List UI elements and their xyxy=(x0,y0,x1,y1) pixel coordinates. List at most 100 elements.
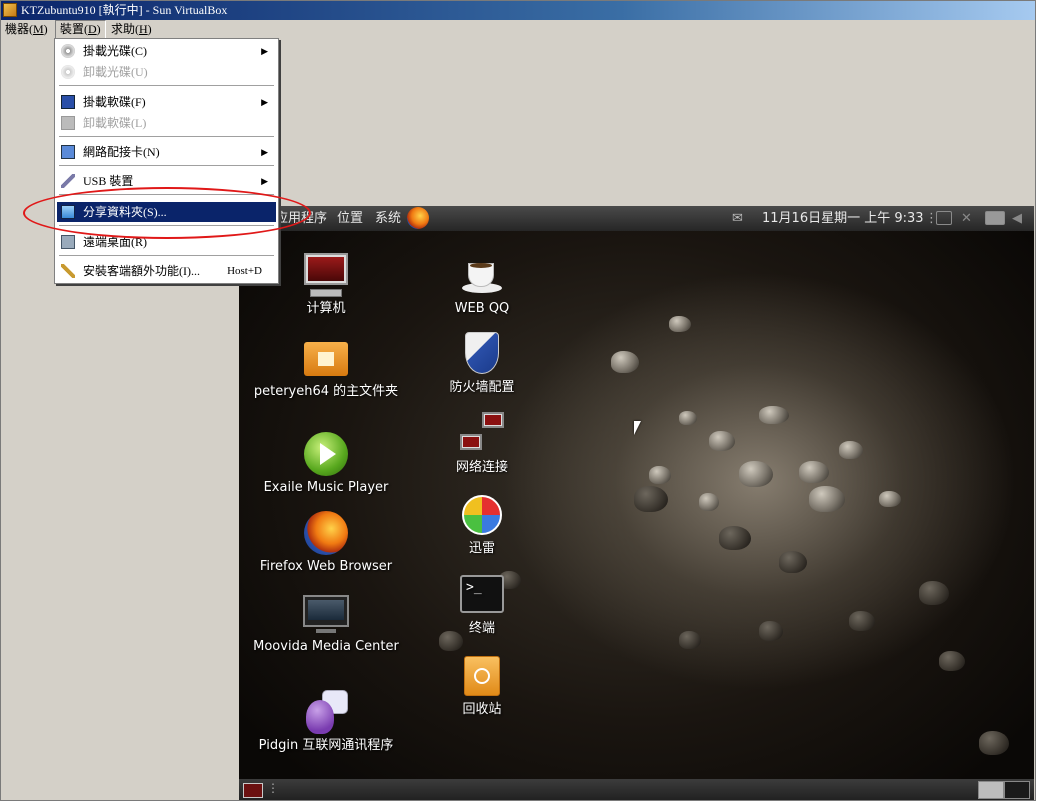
mouse-cursor-icon xyxy=(634,421,641,435)
shield-icon xyxy=(458,330,506,378)
desktop-icon-label: 计算机 xyxy=(306,301,346,316)
wallpaper-rock xyxy=(679,631,701,649)
virtualbox-app-icon xyxy=(3,3,17,17)
virtualbox-window: KTZubuntu910 [執行中] - Sun VirtualBox 機器(M… xyxy=(0,0,1036,801)
coffee-cup-icon xyxy=(458,251,506,299)
desktop-icon-exaile[interactable]: Exaile Music Player xyxy=(246,430,406,496)
power-plug-icon[interactable]: ✕ xyxy=(961,206,972,231)
submenu-arrow-icon: ▶ xyxy=(261,176,268,186)
desktop-icon-label: Exaile Music Player xyxy=(263,480,389,495)
desktop-icon-label: 防火墙配置 xyxy=(449,380,515,395)
floppy-eject-icon xyxy=(61,116,75,130)
desktop-icon-home-folder[interactable]: peteryeh64 的主文件夹 xyxy=(246,334,406,400)
wallpaper-rock xyxy=(739,461,773,487)
desktop-icon-label: Firefox Web Browser xyxy=(259,559,393,574)
wallpaper-rock xyxy=(979,731,1009,755)
wallpaper-rock xyxy=(699,493,719,511)
display-icon[interactable] xyxy=(936,211,952,225)
network-icon xyxy=(458,410,506,458)
remote-desktop-icon xyxy=(61,235,75,249)
wallpaper-rock xyxy=(759,621,783,641)
cd-eject-icon xyxy=(61,65,75,79)
menu-item-mount-cd[interactable]: 掛載光碟(C) ▶ xyxy=(57,41,276,61)
menu-separator xyxy=(59,165,274,167)
media-center-icon xyxy=(302,589,350,637)
wallpaper-rock xyxy=(879,491,901,507)
desktop-icon-xunlei[interactable]: 迅雷 xyxy=(402,491,562,557)
desktop-icon-pidgin[interactable]: Pidgin 互联网通讯程序 xyxy=(246,688,406,754)
menu-machine[interactable]: 機器(M) xyxy=(1,20,52,39)
desktop-icon-firewall[interactable]: 防火墙配置 xyxy=(402,330,562,396)
menu-separator xyxy=(59,255,274,257)
wallpaper-rock xyxy=(709,431,735,451)
desktop-icon-label: 迅雷 xyxy=(468,541,495,556)
desktop-icon-label: 终端 xyxy=(468,621,495,636)
red-annotation-circle xyxy=(23,187,311,239)
workspace-2[interactable] xyxy=(1004,781,1030,799)
wallpaper-rock xyxy=(611,351,639,373)
firefox-launcher-icon[interactable] xyxy=(407,207,429,229)
desktop-icon-trash[interactable]: 回收站 xyxy=(402,652,562,718)
wallpaper-rock xyxy=(809,486,845,512)
mail-icon[interactable]: ✉ xyxy=(732,206,743,231)
gnome-bottom-panel: ⋮ xyxy=(239,779,1034,800)
show-desktop-button[interactable] xyxy=(243,783,263,798)
gnome-top-panel: 应用程序 位置 系统 ✉ 11月16日星期一 上午 9:33 ⋮ ✕ ◀ xyxy=(239,206,1034,231)
wallpaper-rock xyxy=(634,486,668,512)
menu-devices[interactable]: 裝置(D) xyxy=(55,20,106,39)
wallpaper-rock xyxy=(839,441,863,459)
system-menu[interactable]: 系统 xyxy=(375,206,401,231)
network-tray-icon[interactable] xyxy=(985,211,1005,225)
menu-item-unmount-floppy[interactable]: 卸載軟碟(L) xyxy=(57,113,276,133)
volume-icon[interactable]: ◀ xyxy=(1012,206,1022,231)
menu-item-unmount-cd[interactable]: 卸載光碟(U) xyxy=(57,62,276,82)
desktop-icon-firefox[interactable]: Firefox Web Browser xyxy=(246,509,406,575)
wallpaper-rock xyxy=(849,611,875,631)
title-bar[interactable]: KTZubuntu910 [執行中] - Sun VirtualBox xyxy=(1,1,1035,20)
desktop-icon-label: Pidgin 互联网通讯程序 xyxy=(258,738,394,753)
menu-bar: 機器(M) 裝置(D) 求助(H) xyxy=(1,20,1035,39)
pidgin-icon xyxy=(302,688,350,736)
window-title: KTZubuntu910 [執行中] - Sun VirtualBox xyxy=(21,3,228,17)
desktop-icon-terminal[interactable]: >_ 终端 xyxy=(402,571,562,637)
places-menu[interactable]: 位置 xyxy=(337,206,363,231)
network-adapter-icon xyxy=(61,145,75,159)
desktop-icon-webqq[interactable]: WEB QQ xyxy=(402,251,562,317)
desktop-icon-network[interactable]: 网络连接 xyxy=(402,410,562,476)
cd-icon xyxy=(61,44,75,58)
desktop-icon-label: Moovida Media Center xyxy=(253,639,399,654)
wallpaper-rock xyxy=(719,526,751,550)
menu-item-network-adapters[interactable]: 網路配接卡(N) ▶ xyxy=(57,142,276,162)
trash-icon xyxy=(458,652,506,700)
terminal-icon: >_ xyxy=(458,571,506,619)
menu-item-mount-floppy[interactable]: 掛載軟碟(F) ▶ xyxy=(57,92,276,112)
menu-separator xyxy=(59,136,274,138)
desktop-icon-label: 回收站 xyxy=(462,702,502,717)
firefox-icon xyxy=(302,509,350,557)
wallpaper-rock xyxy=(669,316,691,332)
pinwheel-icon xyxy=(458,491,506,539)
desktop-icon-moovida[interactable]: Moovida Media Center xyxy=(246,589,406,655)
desktop-icon-label: WEB QQ xyxy=(454,301,510,316)
wallpaper-rock xyxy=(649,466,671,484)
usb-icon xyxy=(61,174,75,188)
wallpaper-rock xyxy=(799,461,829,483)
menu-help[interactable]: 求助(H) xyxy=(107,20,156,39)
desktop-icon-label: 网络连接 xyxy=(455,460,508,475)
wallpaper-rock xyxy=(779,551,807,573)
wallpaper-rock xyxy=(939,651,965,671)
menu-item-install-guest-additions[interactable]: 安裝客端額外功能(I)... Host+D xyxy=(57,261,276,281)
floppy-icon xyxy=(61,95,75,109)
home-folder-icon xyxy=(302,334,350,382)
wallpaper-rock xyxy=(919,581,949,605)
panel-clock[interactable]: 11月16日星期一 上午 9:33 xyxy=(762,206,924,231)
devices-dropdown-menu: 掛載光碟(C) ▶ 卸載光碟(U) 掛載軟碟(F) ▶ 卸載軟碟(L) 網路配接… xyxy=(54,38,279,284)
computer-icon xyxy=(302,251,350,299)
submenu-arrow-icon: ▶ xyxy=(261,147,268,157)
menu-separator xyxy=(59,85,274,87)
submenu-arrow-icon: ▶ xyxy=(261,97,268,107)
workspace-1[interactable] xyxy=(978,781,1004,799)
submenu-arrow-icon: ▶ xyxy=(261,46,268,56)
wallpaper-rock xyxy=(679,411,697,425)
guest-display[interactable]: 应用程序 位置 系统 ✉ 11月16日星期一 上午 9:33 ⋮ ✕ ◀ 计算机 xyxy=(239,206,1034,800)
